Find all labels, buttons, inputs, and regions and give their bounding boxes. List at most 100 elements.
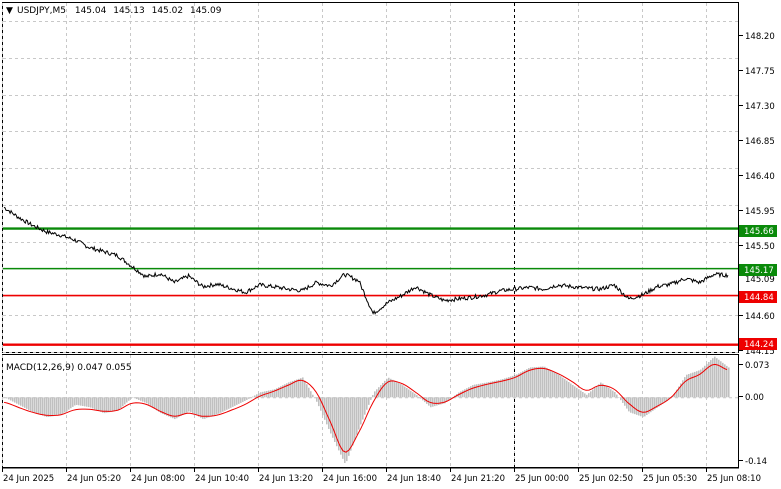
macd-axis[interactable]: 0.073 0.00 -0.14 [739, 361, 769, 467]
macd-bar [212, 397, 214, 416]
macd-bar [542, 366, 544, 398]
macd-bar [300, 378, 302, 398]
macd-bar [570, 383, 572, 398]
macd-bar [398, 383, 400, 398]
macd-bar [548, 369, 550, 398]
macd-bar [572, 384, 574, 398]
time-tick: 24 Jun 16:00 [323, 474, 377, 484]
macd-bar [438, 397, 440, 405]
macd-bar [82, 397, 84, 407]
macd-bar [108, 397, 110, 413]
macd-bar [4, 397, 6, 398]
macd-bar [502, 379, 504, 398]
macd-bar [584, 393, 586, 398]
macd-bar [714, 356, 716, 398]
macd-bar [468, 387, 470, 398]
macd-bar [498, 379, 500, 398]
macd-bar [190, 397, 192, 413]
macd-bar [112, 397, 114, 412]
chart-window[interactable]: ▼ USDJPY,M5 145.04 145.13 145.02 145.09 … [0, 0, 781, 489]
macd-bar [606, 386, 608, 398]
macd-bar [304, 380, 306, 398]
macd-bar [66, 397, 68, 412]
macd-bar [238, 397, 240, 404]
macd-bar [546, 367, 548, 398]
macd-bar [242, 397, 244, 402]
macd-bar [142, 397, 144, 402]
macd-bar [492, 381, 494, 398]
macd-bar [186, 397, 188, 413]
time-tick: 25 Jun 00:00 [515, 474, 569, 484]
macd-bar [552, 371, 554, 398]
price-tick: 145.50 [745, 242, 775, 252]
macd-bar [118, 397, 120, 410]
macd-bar [350, 397, 352, 451]
level-label-144-24: 144.24 [739, 338, 777, 350]
macd-bar [366, 397, 368, 410]
macd-bar [294, 380, 296, 398]
macd-bar [166, 397, 168, 416]
macd-bar [354, 397, 356, 441]
macd-bar [214, 397, 216, 416]
macd-bar [196, 397, 198, 416]
macd-bar [540, 366, 542, 398]
macd-bar [436, 397, 438, 406]
macd-bar [52, 397, 54, 417]
level-label-144-84: 144.84 [739, 291, 777, 303]
macd-bar [550, 370, 552, 398]
macd-bar [396, 381, 398, 398]
macd-bar [470, 386, 472, 398]
macd-bar [192, 397, 194, 414]
macd-bar [716, 358, 718, 398]
macd-bar [208, 397, 210, 418]
price-axis[interactable]: 148.20 147.75 147.30 146.85 146.40 145.9… [739, 32, 775, 357]
macd-bar [586, 394, 588, 398]
level-label-text: 144.24 [744, 340, 774, 350]
macd-bar [370, 397, 372, 400]
macd-bar [526, 369, 528, 398]
time-tick: 24 Jun 10:40 [195, 474, 249, 484]
macd-bar [128, 397, 130, 401]
chart-header: USDJPY,M5 145.04 145.13 145.02 145.09 [17, 6, 222, 16]
macd-bar [326, 397, 328, 425]
macd-bar [210, 397, 212, 417]
macd-bar [496, 380, 498, 398]
macd-bar [194, 397, 196, 415]
macd-bar [316, 397, 318, 402]
macd-bar [30, 397, 32, 411]
macd-bar [220, 397, 222, 413]
macd-bar [590, 391, 592, 398]
macd-bar [618, 397, 620, 398]
macd-bar [20, 397, 22, 406]
time-tick: 25 Jun 08:10 [707, 474, 761, 484]
macd-bar [416, 395, 418, 398]
macd-bar [418, 396, 420, 398]
macd-bar [690, 373, 692, 398]
macd-bar [556, 373, 558, 398]
macd-bar [236, 397, 238, 405]
macd-bar [636, 397, 638, 415]
macd-bar [382, 382, 384, 398]
macd-bar [88, 397, 90, 408]
collapse-arrow-icon[interactable]: ▼ [6, 6, 13, 16]
time-tick: 25 Jun 05:30 [643, 474, 697, 484]
macd-bar [64, 397, 66, 413]
macd-bar [544, 366, 546, 398]
macd-bar [92, 397, 94, 409]
time-axis[interactable]: 24 Jun 2025 24 Jun 05:20 24 Jun 08:00 24… [2, 468, 762, 484]
ohlc-low: 145.02 [152, 6, 184, 16]
macd-bar [476, 384, 478, 398]
macd-bar [54, 397, 56, 416]
macd-bar [566, 380, 568, 398]
macd-bar [178, 397, 180, 418]
level-label-text: 144.84 [744, 293, 774, 303]
macd-bar [12, 397, 14, 402]
macd-bar [10, 397, 12, 401]
current-price-label: 145.09 [745, 275, 775, 285]
macd-bar [146, 397, 148, 404]
macd-bar [314, 397, 316, 399]
macd-bar [472, 385, 474, 398]
macd-bar [16, 397, 18, 404]
macd-bar [410, 390, 412, 398]
macd-bar [6, 397, 8, 399]
